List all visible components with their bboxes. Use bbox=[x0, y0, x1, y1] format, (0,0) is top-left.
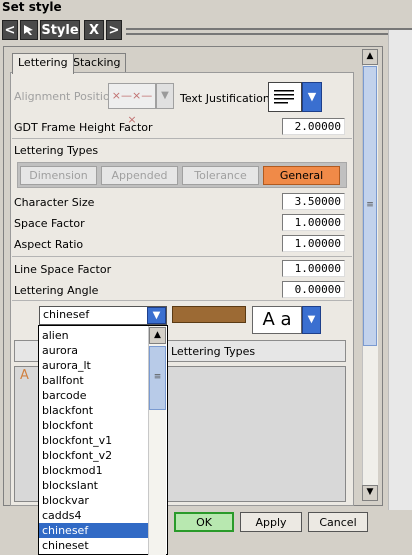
scroll-up-icon[interactable]: ▲ bbox=[362, 49, 378, 65]
character-size-field[interactable]: 3.50000 bbox=[282, 193, 345, 210]
arrow-pick-icon[interactable] bbox=[20, 20, 38, 40]
alignment-position-field[interactable]: ×—×—× bbox=[108, 83, 156, 126]
divider bbox=[12, 300, 352, 301]
font-option-blockslant[interactable]: blockslant bbox=[39, 478, 149, 493]
font-option-blackfont[interactable]: blackfont bbox=[39, 403, 149, 418]
aspect-ratio-label: Aspect Ratio bbox=[14, 238, 84, 251]
character-size-label: Character Size bbox=[14, 196, 95, 209]
scroll-up-icon[interactable]: ▲ bbox=[149, 327, 166, 344]
aspect-ratio-field[interactable]: 1.00000 bbox=[282, 235, 345, 252]
divider bbox=[12, 138, 352, 139]
font-style-field[interactable]: A a bbox=[252, 306, 302, 334]
chevron-down-icon[interactable]: ▼ bbox=[147, 307, 166, 324]
ok-button[interactable]: OK bbox=[174, 512, 234, 532]
back-button[interactable]: < bbox=[2, 20, 18, 40]
lettering-type-appended[interactable]: Appended bbox=[101, 166, 178, 185]
font-option-ballfont[interactable]: ballfont bbox=[39, 373, 149, 388]
space-factor-label: Space Factor bbox=[14, 217, 85, 230]
forward-button[interactable]: > bbox=[106, 20, 122, 40]
font-option-barcode[interactable]: barcode bbox=[39, 388, 149, 403]
lettering-type-dimension[interactable]: Dimension bbox=[20, 166, 97, 185]
text-justification-label: Text Justification bbox=[180, 92, 270, 105]
toolbar-divider bbox=[126, 33, 412, 35]
toolbar: < Style X > bbox=[0, 16, 412, 44]
font-option-chineset[interactable]: chineset bbox=[39, 538, 149, 553]
close-icon[interactable]: X bbox=[84, 20, 104, 40]
space-factor-field[interactable]: 1.00000 bbox=[282, 214, 345, 231]
lettering-angle-field[interactable]: 0.00000 bbox=[282, 281, 345, 298]
gdt-frame-height-label: GDT Frame Height Factor bbox=[14, 121, 153, 134]
scroll-down-icon[interactable]: ▼ bbox=[362, 485, 378, 501]
alignment-position-label: Alignment Position bbox=[14, 90, 117, 103]
font-option-blockvar[interactable]: blockvar bbox=[39, 493, 149, 508]
line-space-factor-field[interactable]: 1.00000 bbox=[282, 260, 345, 277]
font-option-blockfont[interactable]: blockfont bbox=[39, 418, 149, 433]
chevron-down-icon[interactable]: ▼ bbox=[156, 83, 174, 109]
lettering-type-tolerance[interactable]: Tolerance bbox=[182, 166, 259, 185]
font-option-chinesef[interactable]: chinesef bbox=[39, 523, 149, 538]
tab-stacking[interactable]: Stacking bbox=[67, 53, 127, 73]
justify-left-icon bbox=[274, 90, 294, 104]
lettering-types-label: Lettering Types bbox=[14, 144, 99, 157]
lettering-type-general[interactable]: General bbox=[263, 166, 340, 185]
preview-glyph: A bbox=[20, 368, 29, 383]
apply-button[interactable]: Apply bbox=[240, 512, 302, 532]
cancel-button[interactable]: Cancel bbox=[308, 512, 368, 532]
chevron-down-icon[interactable]: ▼ bbox=[302, 82, 322, 112]
lettering-angle-label: Lettering Angle bbox=[14, 284, 99, 297]
font-option-aurora-lt[interactable]: aurora_lt bbox=[39, 358, 149, 373]
gdt-frame-height-field[interactable]: 2.00000 bbox=[282, 118, 345, 135]
line-space-factor-label: Line Space Factor bbox=[14, 263, 112, 276]
arrow-pick-icon-glyph bbox=[24, 25, 33, 35]
tab-lettering[interactable]: Lettering bbox=[12, 53, 74, 74]
font-option-aurora[interactable]: aurora bbox=[39, 343, 149, 358]
font-option-blockmod1[interactable]: blockmod1 bbox=[39, 463, 149, 478]
scrollbar-thumb[interactable]: ≡ bbox=[363, 66, 377, 346]
chevron-down-icon[interactable]: ▼ bbox=[302, 306, 321, 334]
font-option-cadds4[interactable]: cadds4 bbox=[39, 508, 149, 523]
window-title-bar: Set style bbox=[0, 0, 412, 16]
window-title: Set style bbox=[2, 0, 62, 14]
toolbar-divider bbox=[126, 28, 412, 30]
text-justification-field[interactable] bbox=[268, 82, 302, 112]
divider bbox=[12, 256, 352, 257]
color-swatch[interactable] bbox=[172, 306, 246, 323]
font-option-blockfont-v1[interactable]: blockfont_v1 bbox=[39, 433, 149, 448]
lettering-types-button-label: Lettering Types bbox=[171, 345, 256, 358]
side-strip bbox=[388, 30, 412, 510]
scrollbar-thumb[interactable]: ≡ bbox=[149, 346, 166, 410]
style-tab-button[interactable]: Style bbox=[40, 20, 80, 40]
font-option-blockfont-v2[interactable]: blockfont_v2 bbox=[39, 448, 149, 463]
font-option-alien[interactable]: alien bbox=[39, 328, 149, 343]
